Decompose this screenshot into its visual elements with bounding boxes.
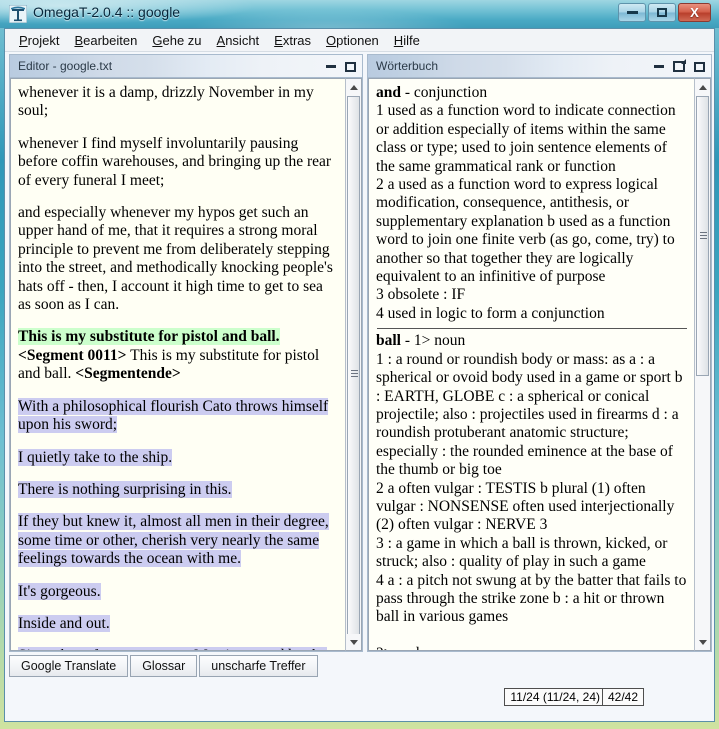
translated-segment: With a philosophical flourish Cato throw… <box>18 397 329 434</box>
menu-ansicht[interactable]: Ansicht <box>210 32 268 49</box>
active-segment-start-marker: <Segment 0011> <box>18 346 127 364</box>
translated-segment: It's gorgeous. <box>18 582 101 600</box>
menu-hilfe[interactable]: Hilfe <box>387 32 428 49</box>
chevron-up-icon <box>698 84 707 90</box>
editor-maximize-icon[interactable] <box>345 61 356 72</box>
dictionary-sense: 3 obsolete : IF <box>376 286 466 304</box>
dictionary-minimize-icon[interactable] <box>654 65 664 68</box>
editor-scroll-down-button[interactable] <box>346 634 361 650</box>
window-maximize-button[interactable] <box>648 3 676 22</box>
dictionary-scrollbar-thumb[interactable] <box>696 96 709 376</box>
window-title: OmegaT-2.0.4 :: google <box>33 4 181 20</box>
dictionary-float-icon[interactable] <box>673 59 686 72</box>
menu-bearbeiten[interactable]: Bearbeiten <box>67 32 145 49</box>
dictionary-spacer <box>376 627 688 645</box>
editor-pane-titlebar[interactable]: Editor - google.txt <box>9 54 363 77</box>
editor-scrollbar-thumb[interactable] <box>347 96 360 651</box>
window-titlebar[interactable]: OmegaT-2.0.4 :: google X <box>0 0 719 28</box>
split-pane-container: Editor - google.txt whenever it is a dam… <box>9 54 712 652</box>
menu-gehe-zu[interactable]: Gehe zu <box>145 32 209 49</box>
dictionary-pane-title: Wörterbuch <box>376 59 439 73</box>
editor-minimize-icon[interactable] <box>326 65 336 68</box>
dictionary-sense: 2 a often vulgar : TESTIS b plural (1) o… <box>376 479 675 534</box>
dictionary-pane-body: and - conjunction 1 used as a function w… <box>367 77 712 652</box>
translated-segment: There is nothing surprising in this. <box>18 480 232 498</box>
editor-pane-body: whenever it is a damp, drizzly November … <box>9 77 363 652</box>
editor-paragraph: and especially whenever my hypos get suc… <box>18 204 333 314</box>
menu-extras[interactable]: Extras <box>267 32 319 49</box>
chevron-up-icon <box>349 84 358 90</box>
dictionary-headword-line: ball - 1> noun <box>376 332 688 350</box>
dictionary-pos: - conjunction <box>404 84 488 101</box>
editor-paragraph: Since the software on every Mac is creat… <box>18 647 339 650</box>
translated-segment: Inside and out. <box>18 614 110 632</box>
minimize-icon <box>626 11 638 14</box>
status-segment-progress: 11/24 (11/24, 24) <box>504 688 606 706</box>
window-client-area: Projekt Bearbeiten Gehe zu Ansicht Extra… <box>4 28 715 722</box>
dictionary-headword: and <box>376 84 401 101</box>
editor-active-segment[interactable]: This is my substitute for pistol and bal… <box>18 328 339 383</box>
editor-paragraph: It's gorgeous. <box>18 582 339 601</box>
dictionary-pane-titlebar[interactable]: Wörterbuch <box>367 54 712 77</box>
editor-paragraph: Inside and out. <box>18 614 339 633</box>
dictionary-pos: - 1> noun <box>404 332 466 350</box>
translated-segment: Since the software on every Mac is creat… <box>18 647 327 650</box>
menu-optionen[interactable]: Optionen <box>319 32 387 49</box>
active-segment-source: This is my substitute for pistol and bal… <box>18 328 280 346</box>
scrollbar-grip-icon <box>700 232 707 240</box>
dictionary-headword: ball <box>376 332 401 350</box>
menubar: Projekt Bearbeiten Gehe zu Ansicht Extra… <box>5 29 714 52</box>
dictionary-vertical-scrollbar[interactable] <box>694 78 711 651</box>
editor-paragraph: If they but knew it, almost all men in t… <box>18 513 339 568</box>
tab-unscharfe-treffer[interactable]: unscharfe Treffer <box>199 655 318 677</box>
dictionary-sense: 2 a used as a function word to express l… <box>376 176 675 286</box>
editor-pane-controls <box>326 55 356 78</box>
editor-paragraph: I quietly take to the ship. <box>18 448 339 467</box>
maximize-icon <box>657 8 667 17</box>
editor-scroll-up-button[interactable] <box>346 79 361 95</box>
statusbar: 11/24 (11/24, 24) 42/42 <box>9 679 710 719</box>
editor-paragraph: There is nothing surprising in this. <box>18 480 339 499</box>
editor-paragraph: whenever it is a damp, drizzly November … <box>18 84 314 120</box>
active-segment-end-marker: <Segmentende> <box>75 365 181 383</box>
dictionary-sense: 3 : a game in which a ball is thrown, ki… <box>376 534 668 571</box>
dictionary-sense: 1 : a round or roundish body or mass: as… <box>376 350 683 479</box>
dictionary-text-area[interactable]: and - conjunction 1 used as a function w… <box>368 78 694 651</box>
editor-pane-title: Editor - google.txt <box>18 59 113 73</box>
dictionary-headword-line: and - conjunction <box>376 84 688 102</box>
bottom-tabstrip: Google Translate Glossar unscharfe Treff… <box>9 655 712 679</box>
status-file-count: 42/42 <box>601 688 644 706</box>
dictionary-entry-divider <box>377 328 687 330</box>
chevron-down-icon <box>698 639 707 645</box>
editor-text-area[interactable]: whenever it is a damp, drizzly November … <box>10 78 345 651</box>
close-icon: X <box>690 5 699 20</box>
dictionary-scroll-down-button[interactable] <box>695 634 710 650</box>
dictionary-scroll-up-button[interactable] <box>695 79 710 95</box>
dictionary-pane: Wörterbuch and - conjunction 1 used as a… <box>367 54 712 652</box>
tab-google-translate[interactable]: Google Translate <box>9 655 129 677</box>
omegat-logo-icon <box>8 4 28 24</box>
menu-projekt[interactable]: Projekt <box>12 32 67 49</box>
chevron-down-icon <box>349 639 358 645</box>
editor-pane: Editor - google.txt whenever it is a dam… <box>9 54 363 652</box>
tab-glossar[interactable]: Glossar <box>130 655 198 677</box>
editor-paragraph: With a philosophical flourish Cato throw… <box>18 397 339 435</box>
window-close-button[interactable]: X <box>678 3 711 22</box>
dictionary-sense: 4 a : a pitch not swung at by the batter… <box>376 571 687 626</box>
translated-segment: If they but knew it, almost all men in t… <box>18 513 329 568</box>
dictionary-sense: 1 used as a function word to indicate co… <box>376 102 676 175</box>
editor-vertical-scrollbar[interactable] <box>345 78 362 651</box>
dictionary-sense: 4 used in logic to form a conjunction <box>376 304 605 322</box>
dictionary-sense-label: 2> verb <box>376 645 688 650</box>
translated-segment: I quietly take to the ship. <box>18 448 173 466</box>
scrollbar-grip-icon <box>351 369 358 378</box>
application-window: OmegaT-2.0.4 :: google X Projekt Bearbei… <box>0 0 719 729</box>
dictionary-pane-controls <box>654 55 705 78</box>
dictionary-maximize-icon[interactable] <box>694 61 705 72</box>
window-minimize-button[interactable] <box>618 3 646 22</box>
editor-paragraph: whenever I find myself involuntarily pau… <box>18 134 332 189</box>
